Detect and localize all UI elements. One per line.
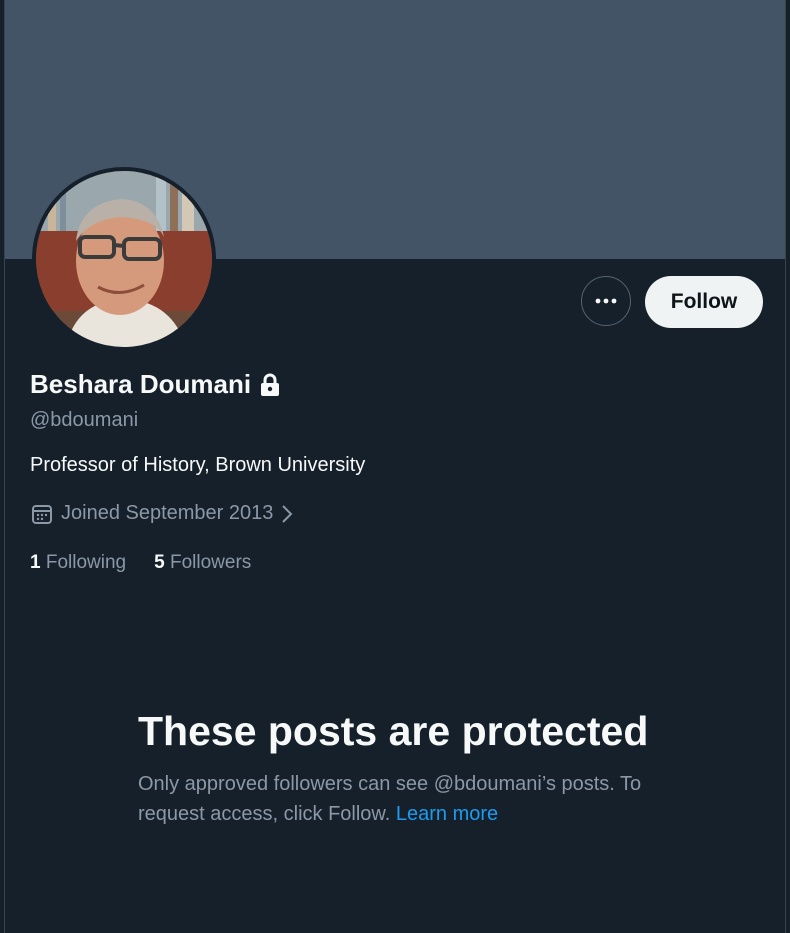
chevron-right-icon (282, 504, 293, 523)
following-count: 1 (30, 552, 41, 573)
calendar-icon (32, 504, 52, 524)
followers-count: 5 (154, 552, 165, 573)
learn-more-link[interactable]: Learn more (396, 803, 498, 825)
profile-handle: @bdoumani (30, 409, 139, 431)
joined-date: Joined September 2013 (61, 502, 274, 524)
protected-description: Only approved followers can see @bdouman… (138, 769, 658, 829)
follow-button[interactable]: Follow (645, 276, 763, 328)
protected-description-text: Only approved followers can see @bdouman… (138, 773, 642, 825)
profile-stats: 1 Following 5 Followers (30, 552, 251, 574)
lock-icon[interactable] (260, 373, 280, 397)
more-horizontal-icon (595, 298, 617, 304)
protected-posts-notice: These posts are protected Only approved … (138, 706, 658, 829)
followers-link[interactable]: 5 Followers (154, 552, 251, 574)
following-link[interactable]: 1 Following (30, 552, 126, 574)
joined-date-row[interactable]: Joined September 2013 (31, 502, 293, 525)
profile-name: Beshara Doumani (30, 369, 252, 399)
profile-name-row: Beshara Doumani (30, 369, 280, 400)
more-options-button[interactable] (581, 276, 631, 326)
avatar[interactable] (32, 167, 216, 351)
following-label: Following (45, 552, 127, 573)
followers-label: Followers (169, 552, 252, 573)
protected-title: These posts are protected (138, 708, 649, 754)
profile-page: Follow Beshara Doumani @bdoumani Profess… (4, 0, 786, 933)
profile-bio: Professor of History, Brown University (30, 454, 366, 476)
avatar-photo (36, 171, 212, 347)
